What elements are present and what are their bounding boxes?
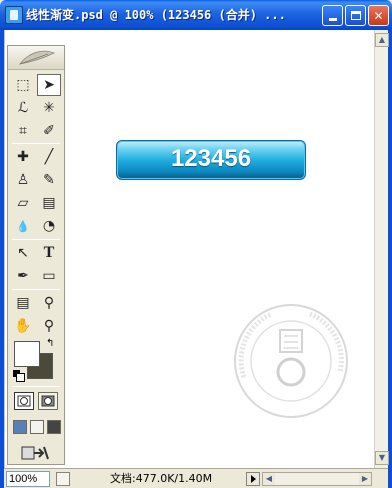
pen-icon[interactable]: ✒ [11,265,35,287]
close-button[interactable]: ✕ [368,5,389,26]
history-brush-icon[interactable]: ✎ [37,169,61,191]
vertical-scrollbar[interactable]: ▲ ▼ [374,30,389,468]
standard-mode-icon [17,395,31,407]
toolbox-header[interactable] [8,46,64,70]
window-frame-right [388,30,392,488]
photoshop-doc-icon[interactable] [5,6,23,24]
type-icon[interactable]: T [37,242,61,264]
hand-icon[interactable]: ✋ [11,315,35,337]
minimize-icon [328,18,337,21]
dodge-icon[interactable]: ◔ [37,215,61,237]
scroll-up-arrow-icon[interactable]: ▲ [375,33,389,47]
quick-mask-mode-button[interactable] [38,392,58,410]
gradient-button-text: 123456 [170,145,252,172]
close-icon: ✕ [373,8,384,23]
feather-logo-icon [19,50,55,65]
status-info-icon[interactable] [56,472,70,486]
scroll-left-arrow-icon[interactable]: ◀ [263,473,275,485]
path-selection-icon[interactable]: ↖ [11,242,35,264]
maximize-button[interactable] [345,5,366,26]
toolbox-separator [12,386,60,387]
scroll-right-arrow-icon[interactable]: ▶ [359,473,371,485]
watermark-stamp [234,304,348,418]
scroll-down-arrow-icon[interactable]: ▼ [375,451,389,465]
default-colors-icon[interactable] [13,370,25,382]
window-title: 线性渐变.psd @ 100% (123456 (合并) ... [26,8,286,22]
gradient-icon[interactable]: ▤ [37,192,61,214]
move-icon[interactable]: ➤ [37,74,61,96]
title-bar[interactable]: 线性渐变.psd @ 100% (123456 (合并) ... ✕ [0,0,392,30]
gradient-button-layer[interactable]: 123456 [116,140,306,180]
zoom-icon[interactable]: ⚲ [37,315,61,337]
standard-mode-button[interactable] [14,392,34,410]
full-screen-menu-mode-icon[interactable] [30,420,44,434]
zoom-level-field[interactable]: 100% [6,471,50,487]
document-size-info: 文档:477.0K/1.40M [110,472,213,485]
magic-wand-icon[interactable]: ✳ [37,97,61,119]
eraser-icon[interactable]: ▱ [11,192,35,214]
full-screen-mode-icon[interactable] [47,420,61,434]
toolbox-panel: ⬚ ➤ ℒ ✳ ⌗ ✐ ✚ ╱ ♙ ✎ ▱ ▤ 💧 ◔ ↖ T ✒ ▭ ▤ ⚲ … [7,45,65,465]
foreground-color-swatch[interactable] [14,341,40,367]
imageready-icon [21,446,49,460]
standard-screen-mode-icon[interactable] [13,420,27,434]
toolbox-separator [12,143,60,144]
status-bar: 100% 文档:477.0K/1.40M ◀ ▶ [4,468,388,488]
brush-icon[interactable]: ╱ [37,146,61,168]
crop-icon[interactable]: ⌗ [11,120,35,142]
toolbox-separator [12,289,60,290]
slice-icon[interactable]: ✐ [37,120,61,142]
lasso-icon[interactable]: ℒ [11,97,35,119]
status-menu-arrow-icon[interactable] [246,472,260,486]
toolbox-separator [12,239,60,240]
blur-icon[interactable]: 💧 [11,215,35,237]
eyedropper-icon[interactable]: ⚲ [37,292,61,314]
swap-colors-icon[interactable]: ↰ [46,338,54,349]
clone-stamp-icon[interactable]: ♙ [11,169,35,191]
minimize-button[interactable] [322,5,343,26]
notes-icon[interactable]: ▤ [11,292,35,314]
shape-icon[interactable]: ▭ [37,265,61,287]
imageready-jump-icon[interactable] [13,442,57,464]
maximize-icon [350,11,361,20]
quick-mask-icon [41,395,55,407]
marquee-icon[interactable]: ⬚ [11,74,35,96]
horizontal-scrollbar[interactable]: ◀ ▶ [262,472,372,486]
healing-brush-icon[interactable]: ✚ [11,146,35,168]
